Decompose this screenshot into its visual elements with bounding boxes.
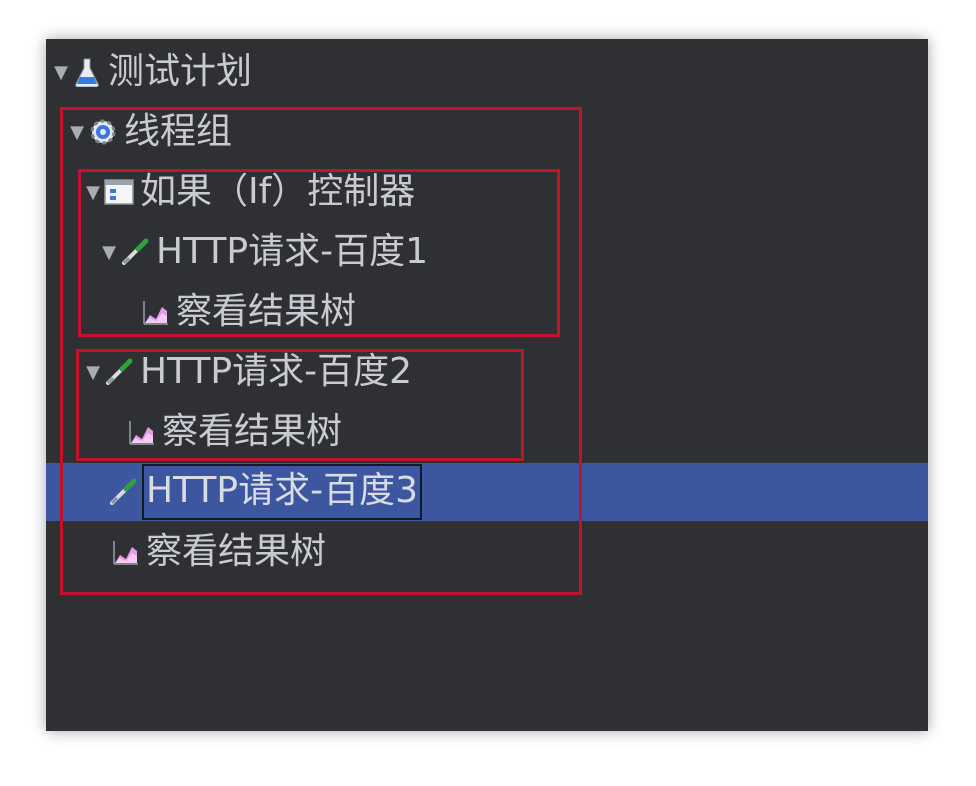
http-sampler-pipette-icon bbox=[108, 477, 138, 507]
tree-node-label: 察看结果树 bbox=[176, 291, 357, 332]
tree-node-label: HTTP请求-百度2 bbox=[140, 351, 413, 392]
expand-triangle-icon[interactable]: ▼ bbox=[68, 103, 86, 161]
tree-row-if-controller[interactable]: ▼ 如果（If）控制器 bbox=[46, 163, 928, 221]
thread-group-gear-icon bbox=[88, 117, 118, 147]
tree-row-view-results-1[interactable]: 察看结果树 bbox=[46, 283, 928, 341]
tree-node-label[interactable]: HTTP请求-百度3 bbox=[142, 464, 423, 520]
tree-node-label: HTTP请求-百度1 bbox=[156, 231, 429, 272]
tree-row-test-plan[interactable]: ▼ 测试计划 bbox=[46, 43, 928, 101]
if-controller-icon bbox=[104, 177, 134, 207]
tree-row-http-request-2[interactable]: ▼ HTTP请求-百度2 bbox=[46, 343, 928, 401]
view-results-tree-icon bbox=[126, 417, 156, 447]
view-results-tree-icon bbox=[140, 297, 170, 327]
tree-node-label: 察看结果树 bbox=[162, 411, 343, 452]
tree-row-view-results-2[interactable]: 察看结果树 bbox=[46, 403, 928, 461]
expand-triangle-icon[interactable]: ▼ bbox=[84, 343, 102, 401]
tree-row-http-request-3-selected[interactable]: HTTP请求-百度3 bbox=[46, 463, 928, 521]
test-plan-flask-icon bbox=[72, 57, 102, 87]
view-results-tree-icon bbox=[110, 537, 140, 567]
tree-row-view-results-3[interactable]: 察看结果树 bbox=[46, 523, 928, 581]
http-sampler-pipette-icon bbox=[104, 357, 134, 387]
expand-triangle-icon[interactable]: ▼ bbox=[84, 163, 102, 221]
test-plan-tree: ▼ 测试计划 ▼ 线程组 ▼ 如果（If）控制器 ▼ HTTP请求-百度1 察看… bbox=[46, 39, 928, 731]
http-sampler-pipette-icon bbox=[120, 237, 150, 267]
expand-triangle-icon[interactable]: ▼ bbox=[100, 223, 118, 281]
tree-node-label: 测试计划 bbox=[108, 51, 253, 92]
tree-row-thread-group[interactable]: ▼ 线程组 bbox=[46, 103, 928, 161]
tree-node-label: 线程组 bbox=[124, 111, 233, 152]
tree-node-label: 察看结果树 bbox=[146, 531, 327, 572]
expand-triangle-icon[interactable]: ▼ bbox=[52, 43, 70, 101]
tree-node-label: 如果（If）控制器 bbox=[140, 171, 416, 212]
tree-row-http-request-1[interactable]: ▼ HTTP请求-百度1 bbox=[46, 223, 928, 281]
